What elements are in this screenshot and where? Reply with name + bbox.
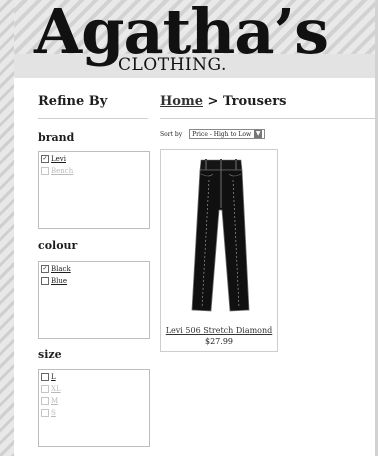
facet-box-size: L XL M S — [38, 369, 150, 447]
sort-selected-value: Price - High to Low — [192, 130, 252, 138]
breadcrumb-separator: > — [202, 94, 223, 109]
sort-control: Sort by Price - High to Low ▼ — [160, 129, 266, 139]
sort-select[interactable]: Price - High to Low ▼ — [189, 129, 266, 139]
facet-option-l[interactable]: L — [41, 371, 149, 382]
checkbox-icon[interactable] — [41, 408, 49, 417]
facet-option-blue[interactable]: Blue — [41, 275, 149, 286]
facet-option-xl[interactable]: XL — [41, 383, 149, 394]
facet-option-s[interactable]: S — [41, 407, 149, 418]
option-label[interactable]: M — [51, 397, 58, 405]
option-label[interactable]: Levi — [51, 155, 66, 163]
facet-title-size: size — [38, 348, 62, 361]
refine-by-title: Refine By — [38, 94, 108, 109]
sort-label: Sort by — [160, 130, 183, 138]
breadcrumb-current: Trousers — [222, 94, 287, 109]
checkbox-icon[interactable] — [41, 276, 49, 285]
facet-title-colour: colour — [38, 239, 78, 252]
product-name-link[interactable]: Levi 506 Stretch Diamond — [161, 326, 277, 335]
checkbox-icon[interactable] — [41, 166, 49, 175]
checkbox-icon[interactable] — [41, 372, 49, 381]
site-header: Agatha’s CLOTHING. — [14, 0, 375, 80]
checkbox-checked-icon[interactable]: ✓ — [41, 264, 49, 273]
facet-option-m[interactable]: M — [41, 395, 149, 406]
facet-title-brand: brand — [38, 131, 75, 144]
site-tagline: CLOTHING. — [118, 55, 227, 75]
jeans-image[interactable] — [161, 150, 277, 320]
facet-box-brand: ✓ Levi Bench — [38, 151, 150, 229]
option-label[interactable]: Bench — [51, 167, 73, 175]
checkbox-checked-icon[interactable]: ✓ — [41, 154, 49, 163]
option-label[interactable]: S — [51, 409, 56, 417]
content-divider — [160, 118, 375, 119]
checkbox-icon[interactable] — [41, 384, 49, 393]
page: Agatha’s CLOTHING. Refine By Home > Trou… — [0, 0, 378, 456]
sidebar-divider — [38, 118, 148, 119]
dropdown-arrow-icon[interactable]: ▼ — [254, 130, 263, 138]
option-label[interactable]: Blue — [51, 277, 67, 285]
option-label[interactable]: L — [51, 373, 56, 381]
facet-option-bench[interactable]: Bench — [41, 165, 149, 176]
checkbox-icon[interactable] — [41, 396, 49, 405]
facet-box-colour: ✓ Black Blue — [38, 261, 150, 339]
left-border-pattern — [0, 0, 14, 456]
facet-option-levi[interactable]: ✓ Levi — [41, 153, 149, 164]
facet-option-black[interactable]: ✓ Black — [41, 263, 149, 274]
product-price: $27.99 — [205, 337, 233, 346]
option-label[interactable]: Black — [51, 265, 71, 273]
product-card[interactable]: Levi 506 Stretch Diamond $27.99 — [160, 149, 278, 352]
breadcrumb-home-link[interactable]: Home — [160, 94, 203, 109]
option-label[interactable]: XL — [51, 385, 61, 393]
breadcrumb: Home > Trousers — [160, 94, 286, 109]
